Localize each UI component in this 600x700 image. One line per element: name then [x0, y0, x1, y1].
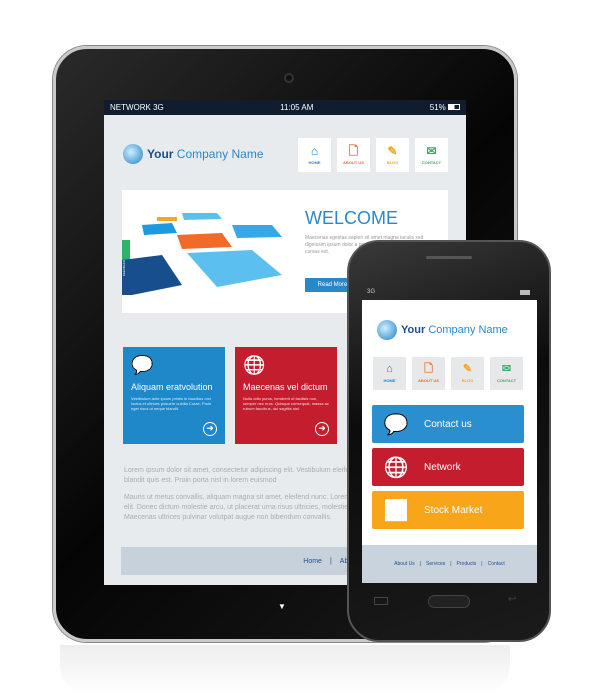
phone-screen: Your Company Name ⌂ HOME 🗋 ABOUT US ✎ BLOG ✉ CO… [362, 300, 537, 583]
tile-text: Vestibulum ante ipsum primis in faucibus… [131, 396, 212, 411]
nav-about-us[interactable]: 🗋 ABOUT US [337, 138, 370, 172]
nav-contact[interactable]: ✉ CONTACT [415, 138, 448, 172]
globe-icon: 🌐 [383, 456, 409, 479]
folder-mail-icon: ✉ [501, 363, 512, 375]
network-button[interactable]: 🌐 Network [372, 448, 524, 486]
chat-icon: 💬 [383, 413, 409, 436]
home-icon: ⌂ [310, 144, 319, 158]
camera-icon [284, 73, 294, 83]
battery-status: 51% [430, 103, 460, 112]
folder-mail-icon: ✉ [426, 144, 437, 158]
nav-blog[interactable]: ✎ BLOG [451, 357, 484, 390]
main-nav: ⌂ HOME 🗋 ABOUT US ✎ BLOG ✉ CONTACT [298, 138, 448, 172]
nav-about-us[interactable]: 🗋 ABOUT US [412, 357, 445, 390]
banner-illustration [122, 213, 282, 295]
status-bar: NETWORK 3G 11:05 AM 51% [104, 100, 466, 115]
tile-title: Aliquam eratvolution [131, 382, 213, 392]
arrow-right-icon[interactable]: ➜ [203, 422, 217, 436]
battery-icon [520, 290, 530, 295]
company-logo[interactable]: Your Company Name [377, 320, 508, 340]
footer-link[interactable]: Services [426, 561, 445, 567]
document-icon: 🗋 [424, 363, 433, 375]
feature-tile[interactable]: 💬 Aliquam eratvolution Vestibulum ante ips… [123, 347, 225, 444]
nav-contact[interactable]: ✉ CONTACT [490, 357, 523, 390]
tile-text: Nulla odio purus, hendrerit ut facilisis… [243, 396, 329, 411]
back-key-icon[interactable]: ↩ [508, 594, 516, 605]
feature-tile[interactable]: 🌐 Maecenas vel dictum Nulla odio purus, he… [235, 347, 337, 444]
arrow-right-icon[interactable]: ➜ [315, 422, 329, 436]
separator: | [450, 561, 452, 567]
document-icon: 🗋 [348, 144, 359, 158]
nav-home[interactable]: ⌂ HOME [373, 357, 406, 390]
network-status: NETWORK 3G [110, 103, 164, 112]
speaker-grille [426, 256, 472, 259]
globe-logo-icon [123, 144, 143, 164]
main-nav: ⌂ HOME 🗋 ABOUT US ✎ BLOG ✉ CONTACT [373, 357, 523, 390]
home-button[interactable] [428, 595, 470, 608]
footer-nav: About Us | Services | Products | Contact [362, 545, 537, 583]
home-arrow-icon[interactable]: ▼ [278, 602, 286, 611]
separator: | [419, 561, 422, 567]
chat-icon: 💬 [131, 355, 154, 375]
company-logo[interactable]: Your Company Name [123, 144, 264, 164]
tablet-reflection [60, 645, 510, 695]
chart-up-icon: 📈 [383, 499, 409, 522]
globe-logo-icon [377, 320, 397, 340]
battery-icon [448, 104, 460, 110]
footer-link[interactable]: Home [303, 558, 322, 565]
separator: | [481, 561, 483, 567]
contact-us-button[interactable]: 💬 Contact us [372, 405, 524, 443]
nav-home[interactable]: ⌂ HOME [298, 138, 331, 172]
globe-icon: 🌐 [243, 355, 266, 375]
welcome-title: WELCOME [305, 208, 399, 228]
phone-network-status: 3G [367, 289, 376, 295]
edit-icon: ✎ [462, 363, 473, 375]
feedback-tab[interactable]: FEEDBACK [122, 260, 126, 276]
footer-link[interactable]: Products [457, 561, 477, 567]
stock-market-button[interactable]: 📈 Stock Market [372, 491, 524, 529]
separator: | [329, 557, 332, 565]
footer-link[interactable]: Contact [488, 561, 505, 567]
menu-key-icon[interactable] [374, 597, 388, 605]
edit-icon: ✎ [387, 144, 398, 158]
home-icon: ⌂ [386, 363, 393, 375]
tile-title: Maecenas vel dictum [243, 382, 328, 392]
nav-blog[interactable]: ✎ BLOG [376, 138, 409, 172]
clock: 11:05 AM [280, 103, 314, 112]
footer-link[interactable]: About Us [394, 561, 415, 567]
